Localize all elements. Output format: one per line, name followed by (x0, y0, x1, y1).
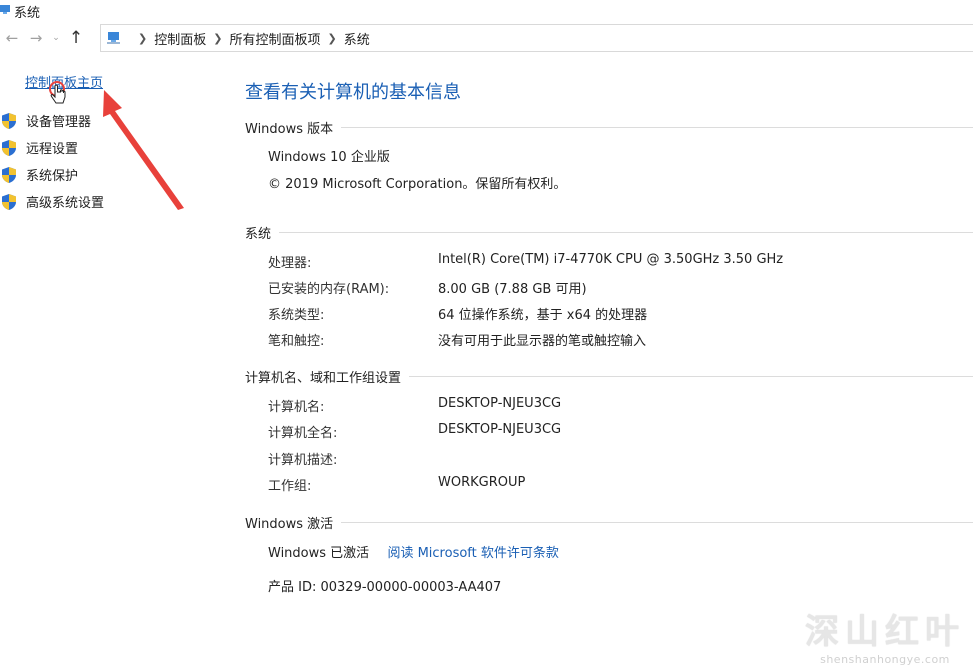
section-heading: 计算机名、域和工作组设置 (245, 371, 402, 386)
activation-row: Windows 已激活 阅读 Microsoft 软件许可条款 (268, 542, 559, 561)
info-label: 计算机描述: (268, 453, 338, 468)
info-value: DESKTOP-NJEU3CG (438, 396, 562, 411)
watermark-url: shenshanhongye.com (820, 653, 950, 666)
watermark-logo: 深山红叶 shenshanhongye.com (805, 604, 965, 666)
info-label: 计算机全名: (268, 426, 338, 441)
back-arrow-icon[interactable]: ← (0, 26, 24, 50)
sidebar-item-label: 高级系统设置 (26, 196, 105, 211)
forward-arrow-icon[interactable]: → (24, 26, 48, 50)
activation-status: Windows 已激活 (268, 546, 370, 561)
windows-copyright: © 2019 Microsoft Corporation。保留所有权利。 (268, 177, 567, 192)
sidebar-item-label: 系统保护 (26, 169, 79, 184)
annotation-arrow-icon (103, 90, 184, 210)
sidebar-item-advanced-system-settings[interactable]: 高级系统设置 (0, 192, 104, 211)
section-heading: Windows 激活 (245, 517, 334, 532)
uac-shield-icon (2, 166, 16, 183)
section-windows-activation: Windows 激活 (245, 513, 973, 532)
system-window-icon (0, 5, 10, 14)
section-divider (409, 376, 973, 377)
breadcrumb-separator-icon[interactable]: ❯ (138, 32, 147, 45)
sidebar-item-remote-settings[interactable]: 远程设置 (0, 138, 78, 157)
sidebar-item-label: 远程设置 (26, 142, 79, 157)
info-label: 已安装的内存(RAM): (268, 282, 390, 297)
info-label: 笔和触控: (268, 334, 325, 349)
info-value: Intel(R) Core(TM) i7-4770K CPU @ 3.50GHz… (438, 252, 784, 267)
uac-shield-icon (2, 112, 16, 129)
section-computer-name: 计算机名、域和工作组设置 (245, 367, 973, 386)
section-windows-edition: Windows 版本 (245, 118, 973, 137)
info-label: 工作组: (268, 479, 312, 494)
info-value: 没有可用于此显示器的笔或触控输入 (438, 334, 647, 349)
sidebar-item-label: 设备管理器 (26, 115, 92, 130)
section-divider (279, 232, 973, 233)
section-heading: 系统 (245, 227, 272, 242)
breadcrumb-control-panel[interactable]: 控制面板 (154, 29, 206, 48)
section-system: 系统 (245, 223, 973, 242)
breadcrumb-separator-icon[interactable]: ❯ (213, 32, 222, 45)
window-title: 系统 (14, 5, 41, 21)
title-bar: 系统 (0, 0, 973, 22)
info-value: 8.00 GB (7.88 GB 可用) (438, 282, 587, 297)
uac-shield-icon (2, 193, 16, 210)
control-panel-icon (107, 32, 120, 44)
recent-locations-chevron-icon[interactable]: ⌄ (48, 26, 64, 50)
info-label: 计算机名: (268, 400, 325, 415)
product-id: 产品 ID: 00329-00000-00003-AA407 (268, 580, 502, 595)
page-title: 查看有关计算机的基本信息 (245, 82, 461, 103)
info-value: WORKGROUP (438, 475, 526, 490)
section-heading: Windows 版本 (245, 122, 334, 137)
info-value: 64 位操作系统，基于 x64 的处理器 (438, 308, 648, 323)
hand-cursor-icon (49, 81, 66, 104)
info-label: 系统类型: (268, 308, 325, 323)
watermark-text: 深山红叶 (805, 612, 965, 652)
license-terms-link[interactable]: 阅读 Microsoft 软件许可条款 (387, 546, 558, 561)
section-divider (341, 127, 973, 128)
address-bar[interactable]: ❯ 控制面板 ❯ 所有控制面板项 ❯ 系统 (100, 24, 973, 52)
up-arrow-icon[interactable]: ↑ (64, 26, 88, 50)
breadcrumb-separator-icon[interactable]: ❯ (327, 32, 336, 45)
breadcrumb-all-control-panel-items[interactable]: 所有控制面板项 (229, 29, 320, 48)
breadcrumb-system[interactable]: 系统 (344, 29, 370, 48)
section-divider (341, 522, 973, 523)
info-value: DESKTOP-NJEU3CG (438, 422, 562, 437)
info-label: 处理器: (268, 256, 312, 271)
navigation-bar: ← → ⌄ ↑ ❯ 控制面板 ❯ 所有控制面板项 ❯ 系统 (0, 24, 973, 52)
windows-edition-name: Windows 10 企业版 (268, 150, 390, 165)
uac-shield-icon (2, 139, 16, 156)
sidebar-item-device-manager[interactable]: 设备管理器 (0, 111, 91, 130)
sidebar-item-system-protection[interactable]: 系统保护 (0, 165, 78, 184)
